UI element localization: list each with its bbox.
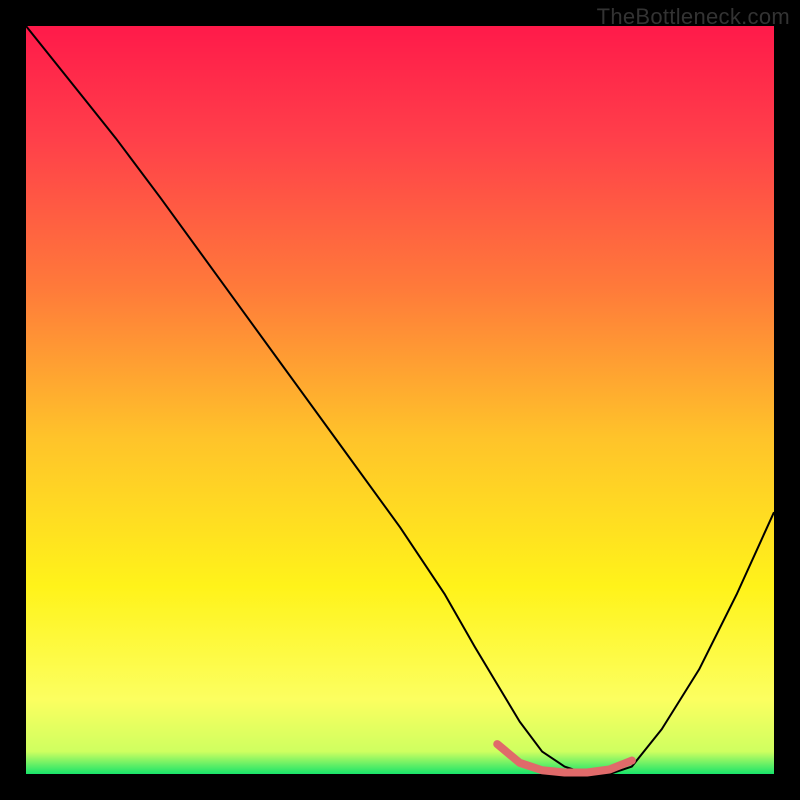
series-bottleneck-curve [26,26,774,774]
series-optimal-band [497,744,632,772]
watermark-text: TheBottleneck.com [597,4,790,30]
chart-frame: TheBottleneck.com [0,0,800,800]
plot-area [26,26,774,774]
chart-svg [26,26,774,774]
